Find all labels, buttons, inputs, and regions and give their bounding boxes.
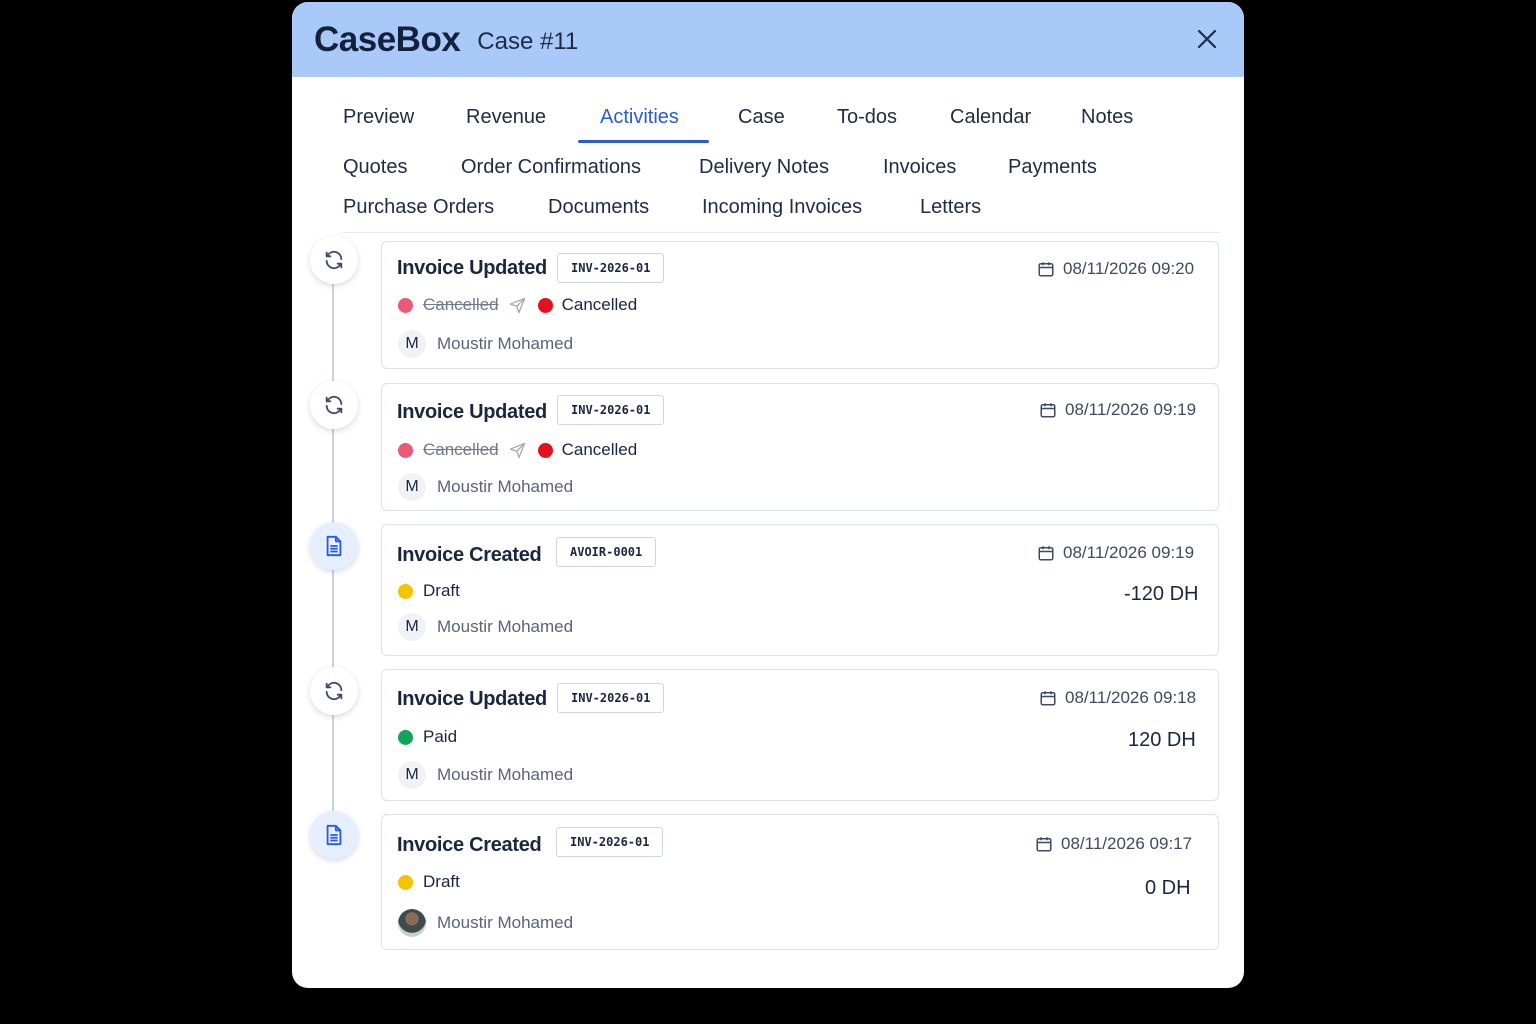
reference-badge[interactable]: INV-2026-01: [557, 683, 665, 713]
new-status: Cancelled: [561, 440, 638, 459]
calendar-icon: [1038, 262, 1054, 277]
activity-amount: -120 DH: [1124, 583, 1199, 605]
tab-case[interactable]: Case: [738, 106, 785, 129]
timeline-node: [310, 381, 358, 429]
tab-documents[interactable]: Documents: [548, 196, 649, 219]
activity-date: 08/11/2026 09:20: [1037, 259, 1194, 279]
activity-date: 08/11/2026 09:19: [1039, 400, 1196, 420]
activity-date: 08/11/2026 09:18: [1039, 688, 1196, 708]
new-status: Cancelled: [561, 295, 638, 314]
old-status-dot: [398, 297, 413, 313]
tab-revenue[interactable]: Revenue: [466, 106, 546, 129]
refresh-icon: [325, 250, 343, 270]
activity-card[interactable]: Invoice Updated INV-2026-01 08/11/2026 0…: [381, 669, 1219, 801]
activity-title: Invoice Created: [397, 834, 542, 856]
tab-purchase-orders[interactable]: Purchase Orders: [343, 196, 494, 219]
document-icon: [326, 824, 342, 846]
modal-header: CaseBox Case #11: [292, 2, 1244, 77]
user-name: Moustir Mohamed: [437, 477, 574, 496]
status-change: Cancelled Cancelled: [398, 440, 637, 460]
user-name: Moustir Mohamed: [437, 765, 574, 784]
activity-title: Invoice Created: [397, 544, 542, 566]
user-name: Moustir Mohamed: [437, 334, 574, 353]
close-button[interactable]: [1194, 26, 1220, 52]
activity-amount: 0 DH: [1145, 877, 1191, 899]
old-status: Cancelled: [423, 295, 499, 314]
timeline-node: [310, 522, 358, 570]
status-change: Cancelled Cancelled: [398, 295, 637, 315]
case-title: Case #11: [477, 27, 579, 55]
activity-date: 08/11/2026 09:17: [1035, 834, 1192, 854]
activity-title: Invoice Updated: [397, 257, 547, 279]
old-status: Cancelled: [423, 440, 499, 459]
refresh-icon: [325, 681, 343, 701]
tab-order-confirmations[interactable]: Order Confirmations: [461, 156, 641, 179]
activity-date: 08/11/2026 09:19: [1037, 543, 1194, 563]
status-dot: [398, 583, 413, 599]
activity-card[interactable]: Invoice Created INV-2026-01 08/11/2026 0…: [381, 814, 1219, 950]
activity-user: M Moustir Mohamed: [398, 473, 573, 501]
brand-logo: CaseBox: [314, 19, 461, 59]
reference-badge[interactable]: AVOIR-0001: [556, 537, 657, 567]
tab-calendar[interactable]: Calendar: [950, 106, 1031, 129]
new-status-dot: [537, 297, 553, 313]
tab-letters[interactable]: Letters: [920, 196, 981, 219]
calendar-icon: [1040, 403, 1056, 418]
tab-delivery-notes[interactable]: Delivery Notes: [699, 156, 829, 179]
tab-todos[interactable]: To-dos: [837, 106, 897, 129]
avatar: M: [398, 473, 426, 501]
user-photo-avatar: [398, 909, 426, 937]
avatar: M: [398, 330, 426, 358]
new-status-dot: [537, 442, 553, 458]
status-dot: [398, 729, 413, 745]
activity-title: Invoice Updated: [397, 401, 547, 423]
activity-card[interactable]: Invoice Updated INV-2026-01 08/11/2026 0…: [381, 383, 1219, 511]
avatar: M: [398, 761, 426, 789]
status: Draft: [398, 872, 460, 892]
tab-preview[interactable]: Preview: [343, 106, 414, 129]
status-label: Draft: [423, 581, 460, 600]
activity-card[interactable]: Invoice Updated INV-2026-01 08/11/2026 0…: [381, 241, 1219, 369]
tab-quotes[interactable]: Quotes: [343, 156, 407, 179]
status-label: Draft: [423, 872, 460, 891]
status: Draft: [398, 581, 460, 601]
avatar: M: [398, 613, 426, 641]
send-arrow-icon: [509, 442, 526, 459]
activity-amount: 120 DH: [1128, 729, 1196, 751]
timeline-node: [310, 811, 358, 859]
tab-activities[interactable]: Activities: [600, 106, 679, 129]
user-name: Moustir Mohamed: [437, 617, 574, 636]
user-name: Moustir Mohamed: [437, 913, 574, 932]
tab-notes[interactable]: Notes: [1081, 106, 1133, 129]
calendar-icon: [1040, 691, 1056, 706]
activity-card[interactable]: Invoice Created AVOIR-0001 08/11/2026 09…: [381, 524, 1219, 656]
timeline-node: [310, 236, 358, 284]
tab-invoices[interactable]: Invoices: [883, 156, 956, 179]
status-label: Paid: [423, 727, 458, 746]
activity-user: M Moustir Mohamed: [398, 613, 573, 641]
activity-title: Invoice Updated: [397, 688, 547, 710]
tab-payments[interactable]: Payments: [1008, 156, 1097, 179]
document-icon: [326, 535, 342, 557]
active-tab-indicator: [578, 140, 709, 143]
reference-badge[interactable]: INV-2026-01: [556, 827, 664, 857]
tabs-divider: [342, 232, 1220, 233]
send-arrow-icon: [509, 297, 526, 314]
old-status-dot: [398, 442, 413, 458]
activity-user: Moustir Mohamed: [398, 909, 573, 937]
activity-user: M Moustir Mohamed: [398, 761, 573, 789]
tab-bar: Preview Revenue Activities Case To-dos C…: [292, 77, 1244, 233]
reference-badge[interactable]: INV-2026-01: [557, 253, 665, 283]
status: Paid: [398, 727, 457, 747]
reference-badge[interactable]: INV-2026-01: [557, 395, 665, 425]
tab-incoming-invoices[interactable]: Incoming Invoices: [702, 196, 862, 219]
status-dot: [398, 874, 413, 890]
calendar-icon: [1038, 546, 1054, 561]
refresh-icon: [325, 395, 343, 415]
activity-user: M Moustir Mohamed: [398, 330, 573, 358]
timeline-node: [310, 667, 358, 715]
calendar-icon: [1036, 837, 1052, 852]
close-icon: [1197, 29, 1217, 49]
